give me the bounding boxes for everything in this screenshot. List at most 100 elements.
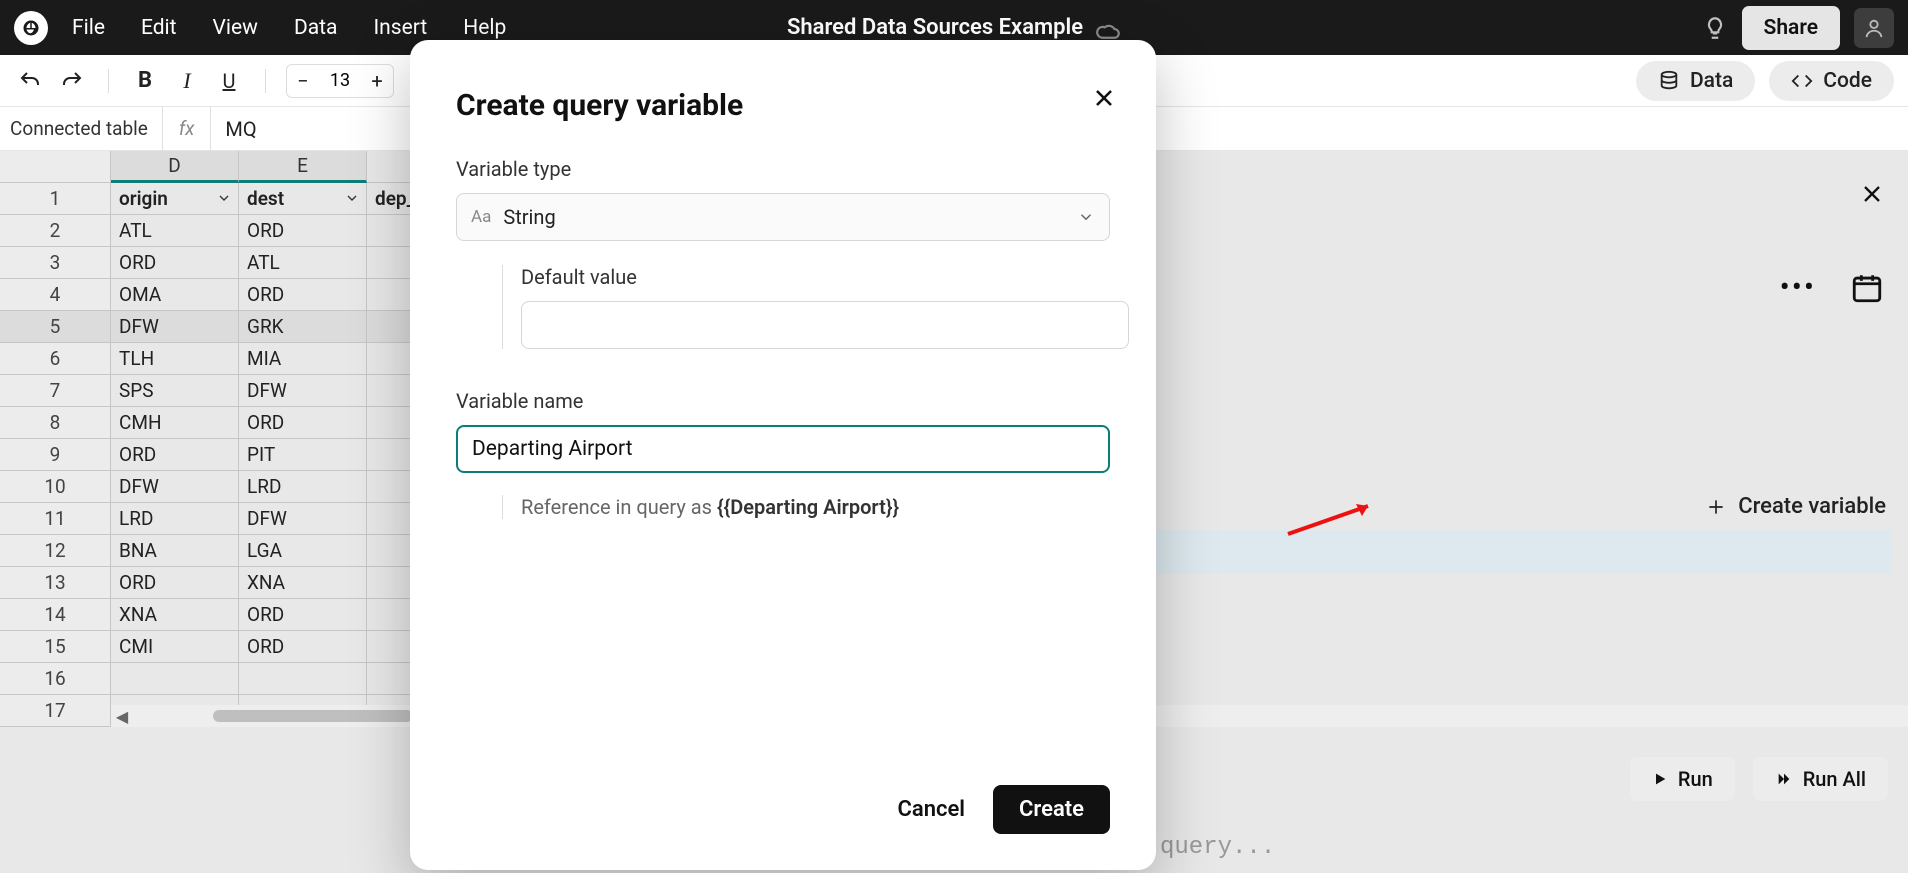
cell[interactable]: TLH (111, 343, 239, 375)
column-header-dest[interactable]: dest (239, 183, 367, 215)
cell[interactable]: DFW (239, 503, 367, 535)
doc-title-area: Shared Data Sources Example (787, 15, 1121, 41)
row-number[interactable]: 15 (0, 631, 111, 663)
cell[interactable]: LRD (239, 471, 367, 503)
cell[interactable]: CMI (111, 631, 239, 663)
column-header-origin[interactable]: origin (111, 183, 239, 215)
variable-type-select[interactable]: Aa String (456, 193, 1110, 241)
cell[interactable]: ORD (111, 247, 239, 279)
row-number[interactable]: 7 (0, 375, 111, 407)
row-number[interactable]: 13 (0, 567, 111, 599)
menu-view[interactable]: View (213, 16, 258, 40)
user-menu[interactable] (1854, 8, 1894, 48)
modal-close-icon[interactable] (1090, 84, 1118, 112)
undo-button[interactable] (14, 65, 46, 97)
row-number[interactable]: 1 (0, 183, 111, 215)
menu-file[interactable]: File (72, 16, 105, 40)
row-number[interactable]: 11 (0, 503, 111, 535)
cell[interactable]: ORD (111, 567, 239, 599)
row-number[interactable]: 4 (0, 279, 111, 311)
cell[interactable]: MIA (239, 343, 367, 375)
col-header-e[interactable]: E (239, 151, 367, 183)
cell[interactable]: ATL (239, 247, 367, 279)
chevron-down-icon[interactable] (216, 190, 232, 206)
chevron-down-icon[interactable] (344, 190, 360, 206)
cell[interactable] (239, 663, 367, 695)
cell[interactable]: OMA (111, 279, 239, 311)
app-logo[interactable] (14, 11, 48, 45)
scrollbar-thumb[interactable] (213, 710, 413, 722)
bold-button[interactable]: B (129, 65, 161, 97)
row-number[interactable]: 12 (0, 535, 111, 567)
select-all-corner[interactable] (0, 151, 111, 183)
row-number[interactable]: 14 (0, 599, 111, 631)
cell[interactable]: ATL (111, 215, 239, 247)
cell[interactable]: PIT (239, 439, 367, 471)
row-number[interactable]: 5 (0, 311, 111, 343)
code-panel-toggle[interactable]: Code (1769, 61, 1894, 101)
modal-title: Create query variable (456, 88, 1110, 123)
row-number[interactable]: 3 (0, 247, 111, 279)
data-panel-toggle[interactable]: Data (1636, 61, 1755, 101)
variable-type-value: String (503, 205, 555, 229)
scroll-left-icon[interactable]: ◀ (111, 707, 133, 726)
play-icon (1652, 771, 1668, 787)
cell[interactable]: DFW (239, 375, 367, 407)
variable-name-input[interactable] (456, 425, 1110, 473)
cell[interactable]: DFW (111, 471, 239, 503)
redo-button[interactable] (56, 65, 88, 97)
menu-edit[interactable]: Edit (141, 16, 177, 40)
font-size-control: − + (286, 64, 394, 98)
font-size-increase[interactable]: + (361, 65, 393, 97)
cell[interactable]: XNA (239, 567, 367, 599)
cell[interactable]: CMH (111, 407, 239, 439)
code-icon (1791, 70, 1813, 92)
font-size-input[interactable] (319, 70, 361, 91)
cell[interactable]: SPS (111, 375, 239, 407)
cell[interactable]: ORD (239, 407, 367, 439)
cell[interactable]: XNA (111, 599, 239, 631)
row-number[interactable]: 16 (0, 663, 111, 695)
row-number[interactable]: 2 (0, 215, 111, 247)
cell[interactable]: LRD (111, 503, 239, 535)
cell[interactable]: DFW (111, 311, 239, 343)
formula-value[interactable]: MQ (211, 117, 270, 141)
menu-data[interactable]: Data (294, 16, 338, 40)
text-type-icon: Aa (471, 207, 491, 227)
create-variable-link[interactable]: Create variable (1706, 494, 1886, 519)
cell[interactable]: ORD (239, 215, 367, 247)
underline-button[interactable]: U (213, 65, 245, 97)
cell[interactable] (111, 663, 239, 695)
row-number[interactable]: 17 (0, 695, 111, 727)
cell[interactable]: ORD (239, 631, 367, 663)
cell[interactable]: BNA (111, 535, 239, 567)
menu-help[interactable]: Help (463, 16, 506, 40)
row-number[interactable]: 10 (0, 471, 111, 503)
cell[interactable]: ORD (239, 279, 367, 311)
font-size-decrease[interactable]: − (287, 65, 319, 97)
calendar-icon[interactable] (1850, 271, 1884, 305)
share-button[interactable]: Share (1742, 6, 1840, 50)
create-button[interactable]: Create (993, 785, 1110, 834)
close-panel-icon[interactable] (1858, 180, 1886, 208)
col-header-d[interactable]: D (111, 151, 239, 183)
italic-button[interactable]: I (171, 65, 203, 97)
row-number[interactable]: 6 (0, 343, 111, 375)
cell[interactable]: GRK (239, 311, 367, 343)
menu-insert[interactable]: Insert (373, 16, 427, 40)
row-number[interactable]: 8 (0, 407, 111, 439)
cloud-sync-icon (1095, 15, 1121, 41)
run-all-button[interactable]: Run All (1753, 757, 1888, 801)
run-button[interactable]: Run (1630, 757, 1735, 801)
connected-table-label[interactable]: Connected table (0, 107, 163, 150)
cell[interactable]: LGA (239, 535, 367, 567)
row-number[interactable]: 9 (0, 439, 111, 471)
selected-row-highlight (1156, 530, 1892, 574)
more-menu-icon[interactable]: ••• (1780, 270, 1816, 305)
data-pill-label: Data (1690, 69, 1733, 93)
cell[interactable]: ORD (239, 599, 367, 631)
lightbulb-icon[interactable] (1702, 15, 1728, 41)
cell[interactable]: ORD (111, 439, 239, 471)
cancel-button[interactable]: Cancel (898, 797, 966, 822)
default-value-input[interactable] (521, 301, 1129, 349)
